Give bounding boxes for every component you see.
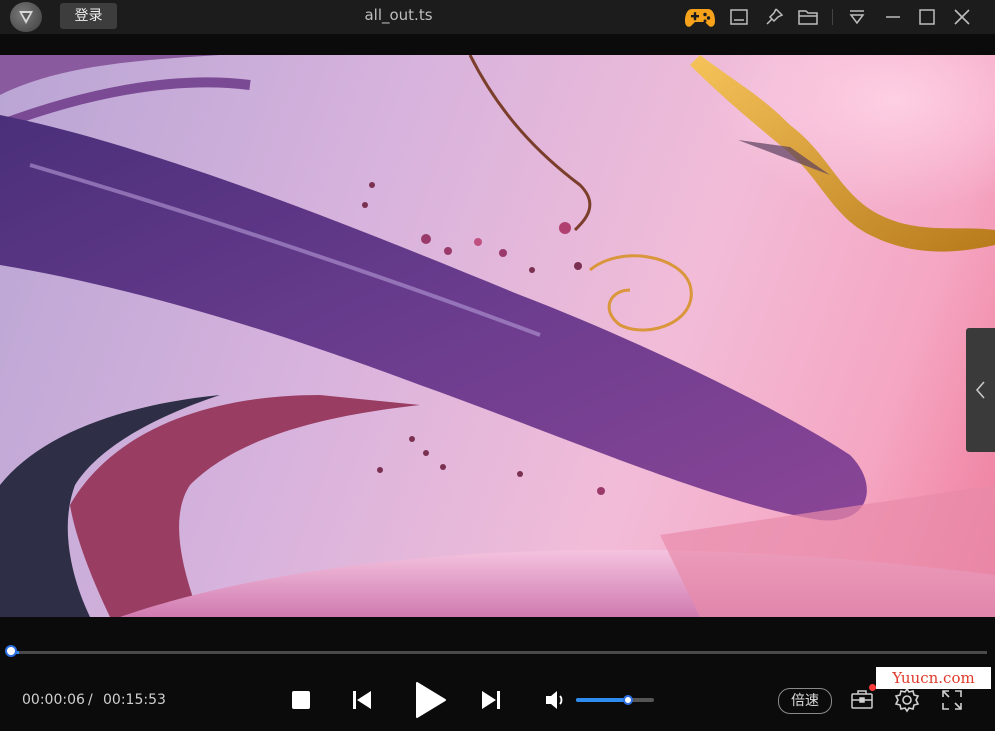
skip-previous-icon — [353, 691, 371, 709]
play-icon — [416, 682, 446, 718]
stop-button[interactable] — [290, 689, 312, 715]
next-button[interactable] — [479, 688, 503, 716]
volume-slider-fill — [576, 698, 628, 702]
minimize-icon[interactable] — [881, 5, 905, 29]
previous-button[interactable] — [350, 688, 374, 716]
side-panel-handle[interactable] — [966, 328, 995, 452]
folder-icon[interactable] — [796, 5, 820, 29]
volume-slider-handle[interactable] — [623, 695, 633, 705]
pin-icon[interactable] — [762, 5, 786, 29]
menu-dropdown-icon[interactable] — [845, 5, 869, 29]
window-title: all_out.ts — [364, 6, 433, 24]
seek-bar-handle[interactable] — [5, 645, 17, 657]
total-time: 00:15:53 — [103, 692, 166, 708]
subtitle-icon[interactable] — [727, 5, 751, 29]
chevron-left-icon — [975, 381, 985, 399]
fullscreen-icon — [942, 690, 962, 710]
seek-bar[interactable] — [13, 651, 987, 654]
speaker-icon — [546, 691, 563, 709]
settings-button[interactable] — [894, 687, 920, 717]
stop-icon — [292, 691, 310, 709]
video-content-art — [0, 55, 995, 617]
volume-slider[interactable] — [576, 698, 654, 702]
notification-dot — [869, 684, 876, 691]
time-separator: / — [88, 692, 93, 708]
close-icon[interactable] — [950, 5, 974, 29]
fullscreen-button[interactable] — [940, 688, 964, 716]
gamepad-icon[interactable] — [684, 3, 716, 31]
current-time: 00:00:06 — [22, 692, 85, 708]
titlebar-divider — [832, 9, 833, 25]
gear-icon — [894, 687, 920, 713]
volume-button[interactable] — [544, 689, 568, 715]
play-button[interactable] — [411, 680, 449, 724]
skip-next-icon — [482, 691, 500, 709]
maximize-icon[interactable] — [915, 5, 939, 29]
playback-speed-button[interactable]: 倍速 — [778, 688, 832, 714]
watermark: Yuucn.com — [876, 667, 991, 689]
title-bar: 登录 all_out.ts — [0, 0, 995, 34]
video-frame[interactable] — [0, 55, 995, 617]
toolbox-button[interactable] — [850, 687, 874, 715]
